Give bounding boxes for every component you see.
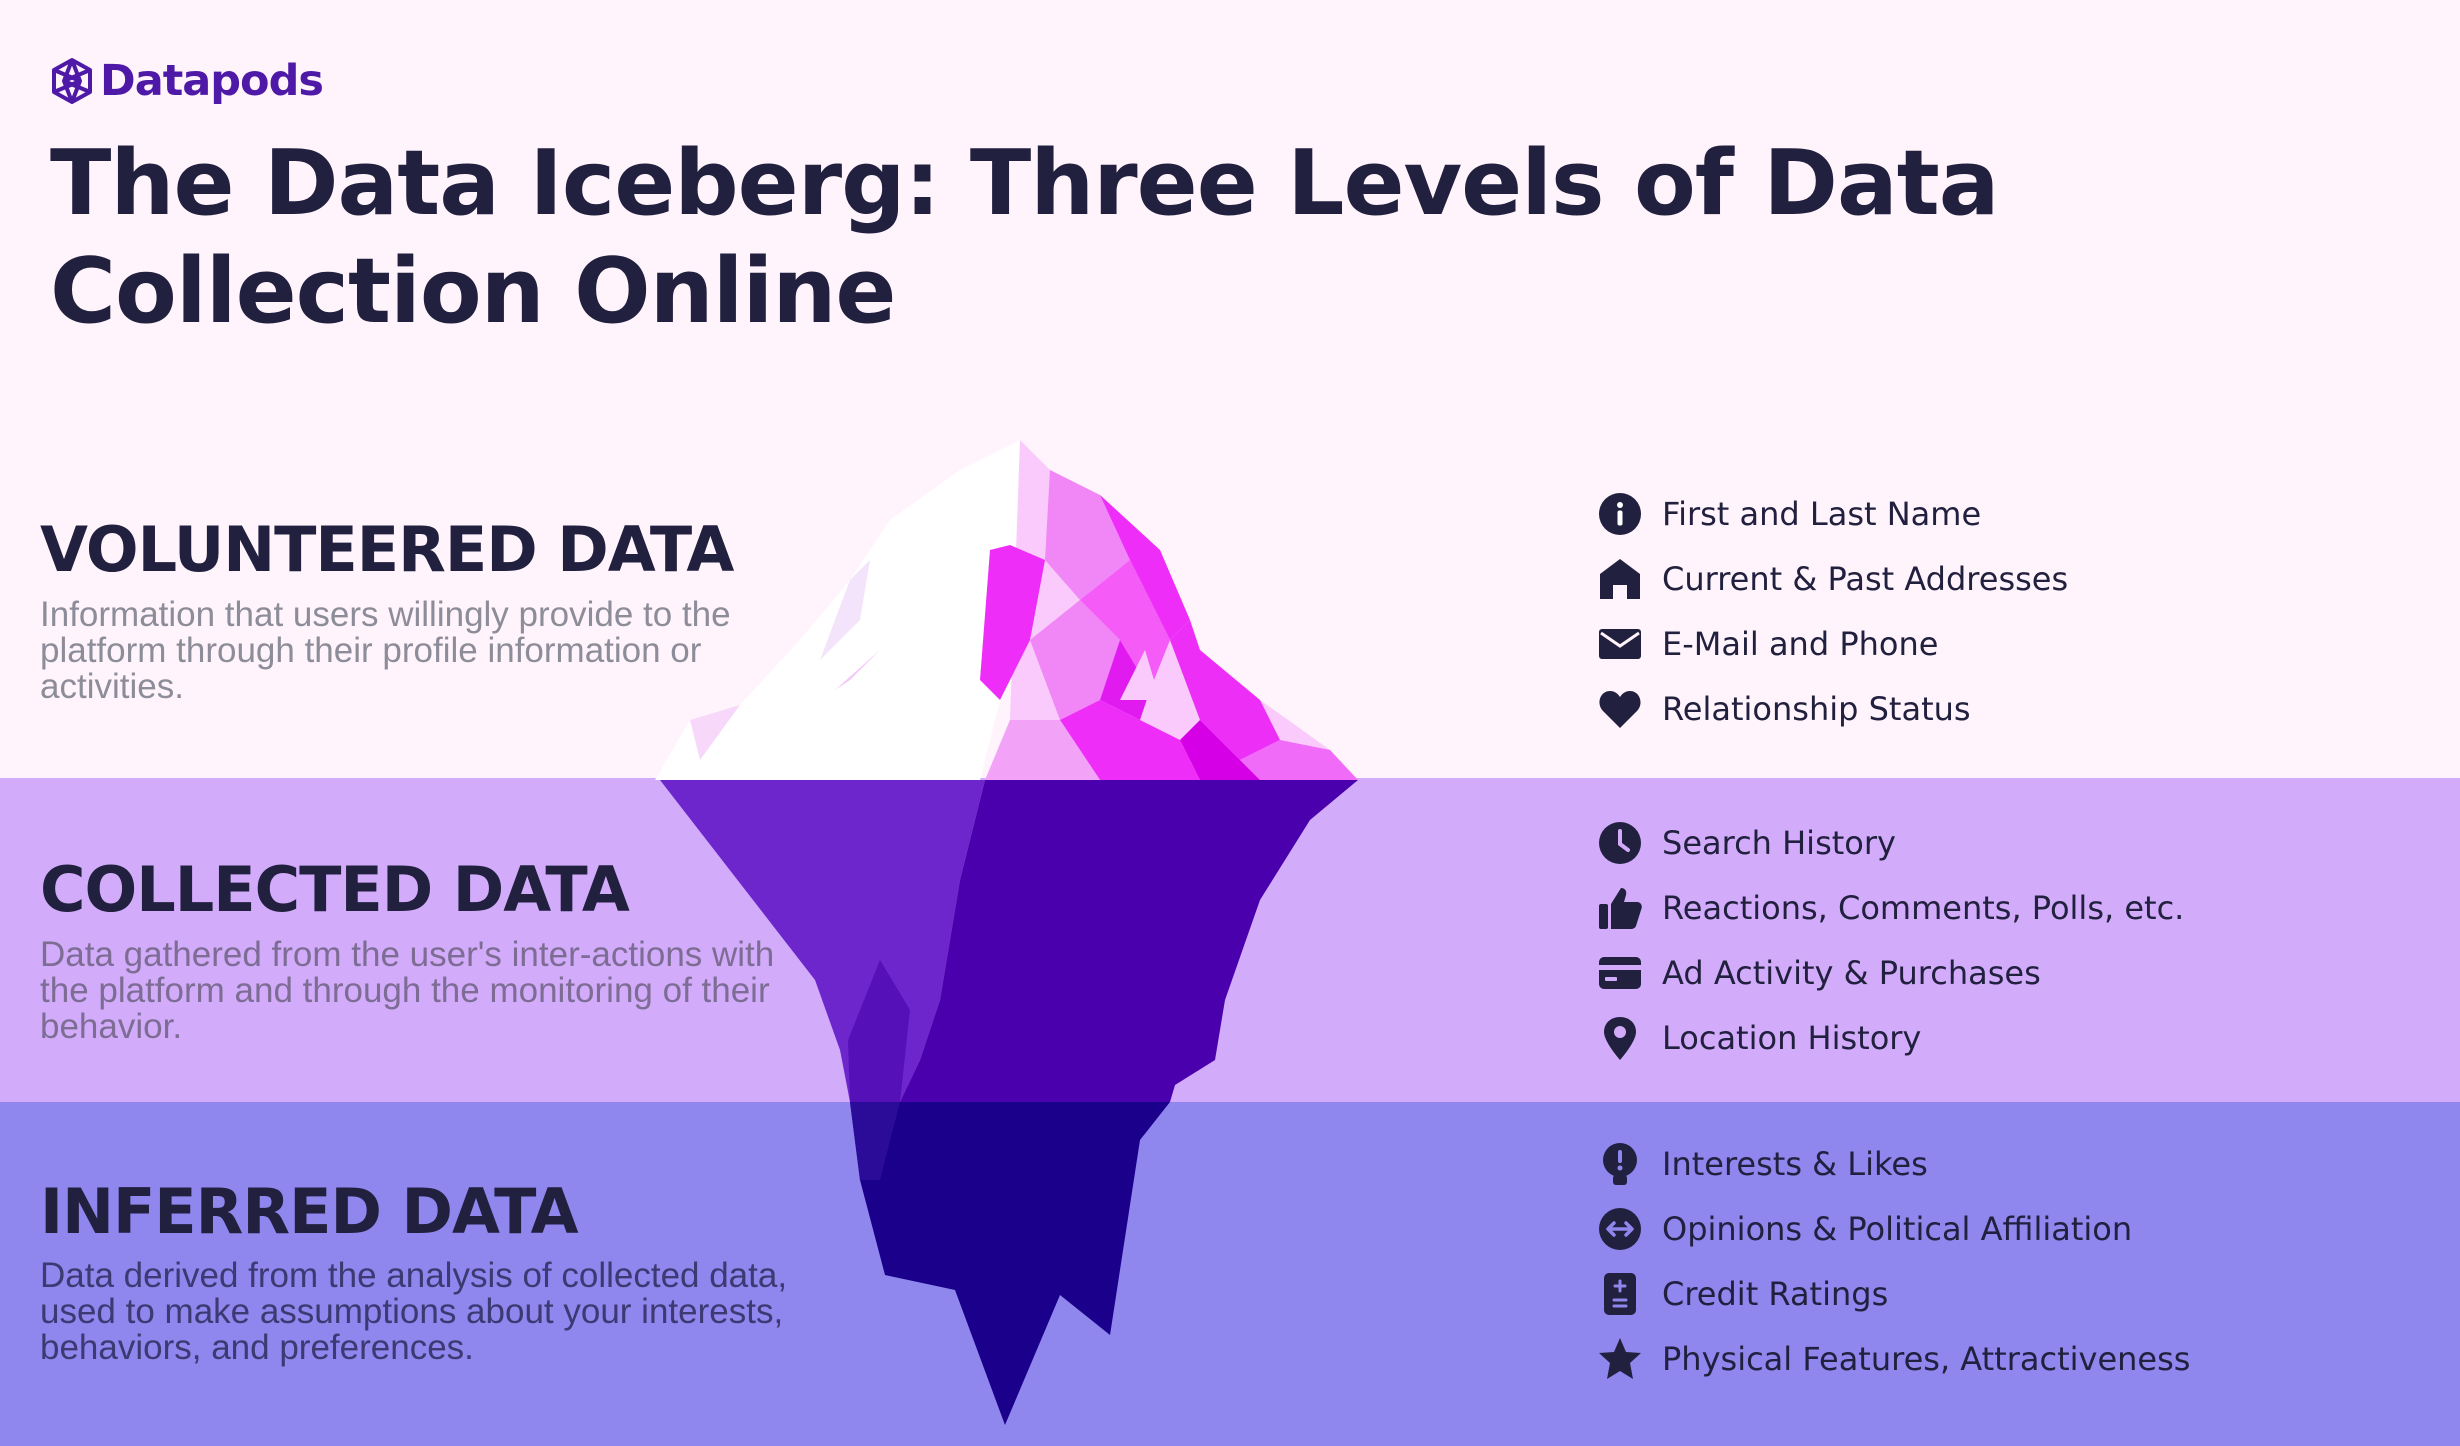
heart-icon	[1596, 685, 1644, 733]
star-icon	[1596, 1335, 1644, 1383]
list-item-label: Location History	[1662, 1018, 1922, 1057]
list-item-label: Search History	[1662, 823, 1896, 862]
volunteered-data-list: First and Last Name Current & Past Addre…	[1596, 481, 2068, 741]
lightbulb-icon	[1596, 1140, 1644, 1188]
location-pin-icon	[1596, 1014, 1644, 1062]
collected-data-description: Data gathered from the user's inter-acti…	[40, 935, 775, 1046]
volunteered-data-description: Information that users willingly provide…	[40, 595, 731, 706]
inferred-data-list: Interests & Likes Opinions & Political A…	[1596, 1131, 2190, 1391]
inferred-data-title: INFERRED DATA	[40, 1175, 579, 1248]
list-item: Credit Ratings	[1596, 1261, 2190, 1326]
list-item-label: Current & Past Addresses	[1662, 559, 2069, 598]
list-item-label: First and Last Name	[1662, 494, 1982, 533]
thumbs-up-icon	[1596, 884, 1644, 932]
swap-arrows-icon	[1596, 1205, 1644, 1253]
list-item: Current & Past Addresses	[1596, 546, 2068, 611]
list-item: Physical Features, Attractiveness	[1596, 1326, 2190, 1391]
list-item: First and Last Name	[1596, 481, 2068, 546]
list-item: Interests & Likes	[1596, 1131, 2190, 1196]
home-icon	[1596, 555, 1644, 603]
list-item: Opinions & Political Affiliation	[1596, 1196, 2190, 1261]
collected-data-title: COLLECTED DATA	[40, 853, 630, 926]
iceberg-deep-facet	[850, 1102, 1170, 1425]
clock-icon	[1596, 819, 1644, 867]
list-item: E-Mail and Phone	[1596, 611, 2068, 676]
list-item: Location History	[1596, 1005, 2184, 1070]
list-item: Search History	[1596, 810, 2184, 875]
list-item-label: Relationship Status	[1662, 689, 1971, 728]
list-item-label: E-Mail and Phone	[1662, 624, 1939, 663]
calculator-icon	[1596, 1270, 1644, 1318]
list-item: Ad Activity & Purchases	[1596, 940, 2184, 1005]
list-item-label: Interests & Likes	[1662, 1144, 1928, 1183]
list-item-label: Reactions, Comments, Polls, etc.	[1662, 888, 2185, 927]
list-item: Relationship Status	[1596, 676, 2068, 741]
inferred-data-description: Data derived from the analysis of collec…	[40, 1256, 788, 1367]
list-item: Reactions, Comments, Polls, etc.	[1596, 875, 2184, 940]
list-item-label: Opinions & Political Affiliation	[1662, 1209, 2133, 1248]
list-item-label: Physical Features, Attractiveness	[1662, 1339, 2191, 1378]
credit-card-icon	[1596, 949, 1644, 997]
collected-data-list: Search History Reactions, Comments, Poll…	[1596, 810, 2184, 1070]
mail-icon	[1596, 620, 1644, 668]
list-item-label: Credit Ratings	[1662, 1274, 1889, 1313]
list-item-label: Ad Activity & Purchases	[1662, 953, 2041, 992]
volunteered-data-title: VOLUNTEERED DATA	[40, 513, 734, 586]
info-icon	[1596, 490, 1644, 538]
